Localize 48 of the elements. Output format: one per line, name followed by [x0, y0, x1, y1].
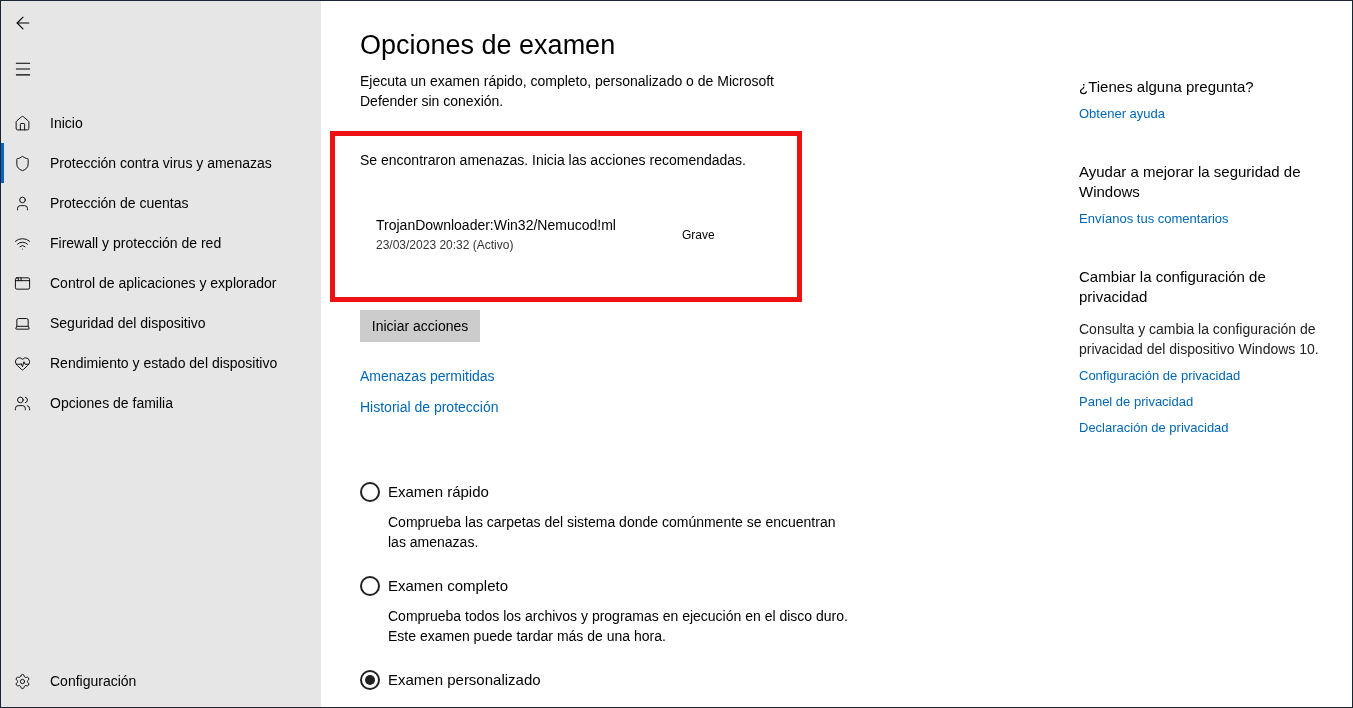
- nav-label: Protección de cuentas: [50, 193, 189, 213]
- threat-name: TrojanDownloader:Win32/Nemucod!ml: [376, 216, 617, 235]
- aside-heading: Ayudar a mejorar la seguridad de Windows: [1079, 162, 1302, 202]
- nav-label: Protección contra virus y amenazas: [50, 153, 272, 173]
- radio-button[interactable]: [360, 670, 380, 690]
- link[interactable]: Obtener ayuda: [1079, 103, 1165, 124]
- scan-radio[interactable]: Examen completo: [360, 574, 840, 598]
- nav-label: Rendimiento y estado del dispositivo: [50, 353, 278, 373]
- nav-item[interactable]: Firewall y protección de red: [1, 223, 321, 263]
- start-actions-button[interactable]: Iniciar acciones: [360, 310, 480, 342]
- threat-detail: 23/03/2023 20:32 (Activo): [376, 237, 515, 254]
- scan-description: Comprueba las carpetas del sistema donde comúnmente se encuentran las amenazas.: [388, 513, 837, 552]
- nav-label: Seguridad del dispositivo: [50, 313, 206, 333]
- aside-text: Consulta y cambia la configuración de privacidad del dispositivo Windows 10.: [1079, 320, 1320, 359]
- nav-item[interactable]: Protección contra virus y amenazas: [1, 143, 321, 183]
- people-icon: [12, 394, 32, 412]
- nav-label: Firewall y protección de red: [50, 233, 222, 253]
- home-icon: [12, 114, 32, 132]
- nav-label: Control de aplicaciones y explorador: [50, 273, 277, 293]
- aside-heading: Cambiar la configuración de privacidad: [1079, 267, 1267, 307]
- nav-label: Inicio: [50, 113, 83, 133]
- radio-button[interactable]: [360, 482, 380, 502]
- nav-label: Opciones de familia: [50, 393, 173, 413]
- radio-button[interactable]: [360, 576, 380, 596]
- threat-message: Se encontraron amenazas. Inicia las acciones recomendadas.: [360, 151, 747, 170]
- page-title: Opciones de examen: [360, 29, 617, 62]
- link[interactable]: Declaración de privacidad: [1079, 417, 1229, 438]
- scan-radio[interactable]: Examen personalizado: [360, 668, 840, 692]
- scan-radio[interactable]: Examen rápido: [360, 480, 840, 504]
- nav-label: Configuración: [50, 671, 137, 691]
- aside-heading: ¿Tienes alguna pregunta?: [1079, 77, 1255, 97]
- link[interactable]: Envíanos tus comentarios: [1079, 208, 1229, 229]
- nav-item[interactable]: Rendimiento y estado del dispositivo: [1, 343, 321, 383]
- scan-description: Comprueba todos los archivos y programas en ejecución en el disco duro. Este examen puede tardar más de una hora.: [388, 607, 848, 646]
- heart-icon: [12, 354, 32, 372]
- nav-item[interactable]: Opciones de familia: [1, 383, 321, 423]
- nav-item[interactable]: Control de aplicaciones y explorador: [1, 263, 321, 303]
- link[interactable]: Configuración de privacidad: [1079, 365, 1241, 386]
- page-description: Ejecuta un examen rápido, completo, personalizado o de Microsoft Defender sin conexión.: [360, 72, 775, 111]
- link[interactable]: Historial de protección: [360, 397, 499, 418]
- link[interactable]: Panel de privacidad: [1079, 391, 1194, 412]
- threat-severity: Grave: [682, 226, 715, 244]
- nav-item[interactable]: Inicio: [1, 103, 321, 143]
- nav-item[interactable]: Seguridad del dispositivo: [1, 303, 321, 343]
- nav-item[interactable]: Protección de cuentas: [1, 183, 321, 223]
- link[interactable]: Amenazas permitidas: [360, 366, 495, 387]
- window-icon: [12, 274, 32, 292]
- settings-item[interactable]: Configuración: [1, 661, 321, 701]
